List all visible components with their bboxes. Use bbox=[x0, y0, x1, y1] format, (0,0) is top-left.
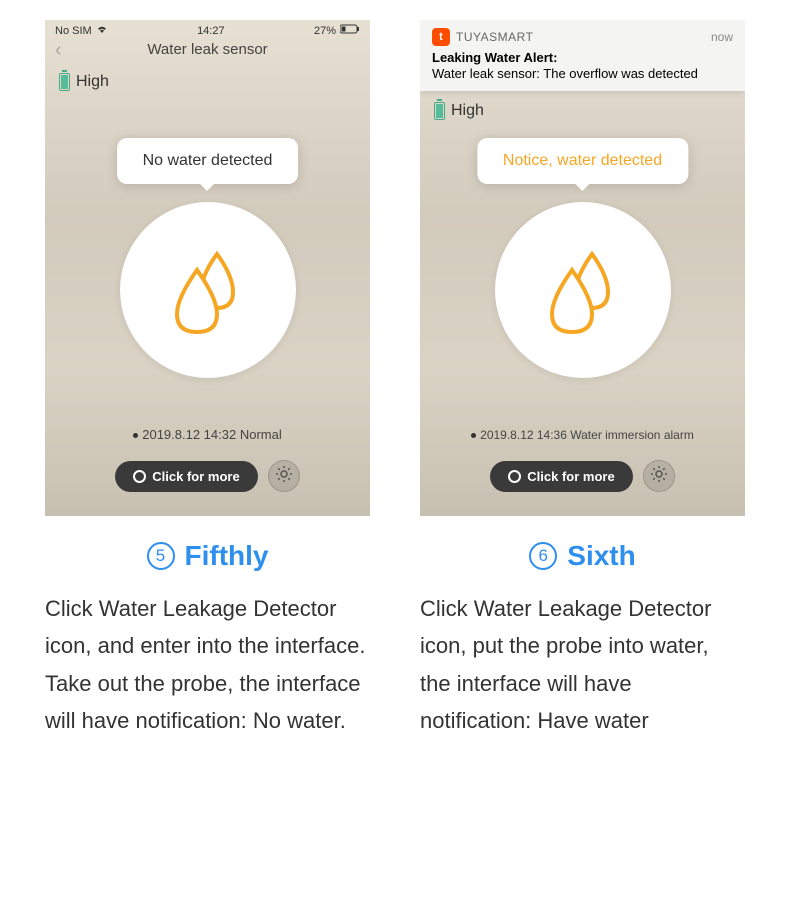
step-description: Click Water Leakage Detector icon, put t… bbox=[420, 590, 745, 740]
step-label: Fifthly bbox=[185, 540, 269, 572]
screen-header: ‹ Water leak sensor bbox=[45, 39, 370, 65]
step-number-badge: 6 bbox=[529, 542, 557, 570]
clock-icon bbox=[508, 470, 521, 483]
log-state: Normal bbox=[240, 427, 282, 442]
step-heading-5: 5 Fifthly bbox=[45, 540, 370, 572]
step-label: Sixth bbox=[567, 540, 635, 572]
droplet-graphic bbox=[120, 202, 296, 378]
notification-app-name: TUYASMART bbox=[456, 30, 705, 44]
step-number-badge: 5 bbox=[147, 542, 175, 570]
settings-button[interactable] bbox=[268, 460, 300, 492]
status-tooltip: Notice, water detected bbox=[477, 138, 688, 184]
notification-time: now bbox=[711, 30, 733, 44]
notification-title: Leaking Water Alert: bbox=[432, 50, 733, 65]
phone-screenshot-left: No SIM 14:27 27% ‹ Water leak sensor bbox=[45, 20, 370, 516]
battery-icon-status bbox=[340, 24, 360, 37]
battery-level-icon bbox=[59, 73, 70, 91]
battery-percent: 27% bbox=[314, 25, 336, 37]
back-icon[interactable]: ‹ bbox=[55, 39, 62, 62]
log-entry: 2019.8.12 14:32 Normal bbox=[45, 427, 370, 442]
page-title: Water leak sensor bbox=[147, 41, 267, 58]
droplet-graphic bbox=[495, 202, 671, 378]
notification-body: Water leak sensor: The overflow was dete… bbox=[432, 66, 733, 81]
log-state: Water immersion alarm bbox=[570, 428, 694, 442]
status-time: 14:27 bbox=[197, 25, 225, 37]
sim-status: No SIM bbox=[55, 25, 92, 37]
notification-app-icon: t bbox=[432, 28, 450, 46]
step-heading-6: 6 Sixth bbox=[420, 540, 745, 572]
droplet-icon bbox=[544, 246, 622, 334]
phone-screenshot-right: t TUYASMART now Leaking Water Alert: Wat… bbox=[420, 20, 745, 516]
droplet-icon bbox=[169, 246, 247, 334]
clock-icon bbox=[133, 470, 146, 483]
step-5-column: No SIM 14:27 27% ‹ Water leak sensor bbox=[45, 20, 370, 740]
gear-icon bbox=[275, 465, 293, 488]
status-tooltip: No water detected bbox=[117, 138, 299, 184]
battery-level-label: High bbox=[451, 102, 484, 120]
status-bar: No SIM 14:27 27% bbox=[45, 20, 370, 39]
wifi-icon bbox=[96, 24, 108, 37]
battery-level-label: High bbox=[76, 73, 109, 91]
step-description: Click Water Leakage Detector icon, and e… bbox=[45, 590, 370, 740]
log-entry: 2019.8.12 14:36 Water immersion alarm bbox=[420, 428, 745, 442]
step-6-column: t TUYASMART now Leaking Water Alert: Wat… bbox=[420, 20, 745, 740]
battery-level-icon bbox=[434, 102, 445, 120]
log-timestamp: 2019.8.12 14:32 bbox=[142, 427, 236, 442]
gear-icon bbox=[650, 465, 668, 488]
settings-button[interactable] bbox=[643, 460, 675, 492]
click-for-more-button[interactable]: Click for more bbox=[115, 461, 257, 492]
click-for-more-button[interactable]: Click for more bbox=[490, 461, 632, 492]
push-notification[interactable]: t TUYASMART now Leaking Water Alert: Wat… bbox=[420, 20, 745, 91]
log-timestamp: 2019.8.12 14:36 bbox=[480, 428, 567, 442]
